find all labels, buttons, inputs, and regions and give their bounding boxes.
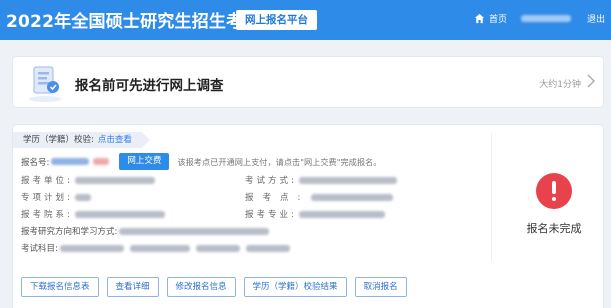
unit-label: 报考单位: xyxy=(21,176,73,186)
major-row: 报考专业: xyxy=(245,208,385,220)
dept-row: 报考院系: xyxy=(21,208,165,220)
user-nav: 首页 退出 xyxy=(474,12,605,25)
exam-mode-row: 考试方式: xyxy=(245,174,397,186)
view-details-button[interactable]: 查看详细 xyxy=(106,277,159,297)
site-label: 报考点: xyxy=(245,193,310,203)
plan-row: 专项计划: xyxy=(21,191,91,203)
subject-3-redacted xyxy=(195,244,240,252)
reg-number-label: 报名号: xyxy=(21,157,50,168)
survey-card[interactable]: 报名前可先进行网上调查 大约1分钟 xyxy=(12,56,604,108)
site-value-redacted xyxy=(311,193,394,201)
pay-note: 该报考点已开通网上支付，请点击"网上交费"完成报名。 xyxy=(177,156,382,167)
reg-number-row: 报名号: 网上交费 该报考点已开通网上支付，请点击"网上交费"完成报名。 xyxy=(21,153,381,170)
platform-badge: 网上报名平台 xyxy=(236,10,317,30)
cancel-registration-button[interactable]: 取消报名 xyxy=(354,277,407,297)
home-link[interactable]: 首页 xyxy=(489,12,507,25)
survey-duration: 大约1分钟 xyxy=(539,80,581,90)
subject-1-redacted xyxy=(59,244,124,252)
reg-number-redacted xyxy=(51,158,90,165)
direction-row: 报考研究方向和学习方式: xyxy=(21,225,270,237)
registration-card: 学历（学籍）校验: 点击查看 报名号: 网上交费 该报考点已开通网上支付，请点击"… xyxy=(12,124,604,308)
site-row: 报考点: xyxy=(245,191,394,203)
error-icon xyxy=(536,173,572,209)
dept-value-redacted xyxy=(74,210,165,218)
verification-label: 学历（学籍）校验: xyxy=(23,135,94,145)
subjects-label: 考试科目: xyxy=(21,244,58,254)
action-bar: 下载报名信息表 查看详细 修改报名信息 学历（学籍）校验结果 取消报名 xyxy=(21,277,415,297)
exam-mode-value-redacted xyxy=(298,176,397,184)
online-pay-button[interactable]: 网上交费 xyxy=(119,153,170,170)
direction-value-redacted xyxy=(119,227,270,235)
download-form-button[interactable]: 下载报名信息表 xyxy=(21,277,99,297)
registration-status-text: 报名未完成 xyxy=(526,222,582,235)
username-redacted xyxy=(520,15,571,22)
major-value-redacted xyxy=(298,210,385,218)
verification-result-button[interactable]: 学历（学籍）校验结果 xyxy=(243,277,347,297)
subject-4-redacted xyxy=(245,244,290,252)
home-icon[interactable] xyxy=(474,13,485,24)
reg-status-redacted xyxy=(93,158,110,165)
top-navigation-bar: 2022年全国硕士研究生招生考试 网上报名平台 首页 退出 xyxy=(0,0,611,40)
verification-view-link[interactable]: 点击查看 xyxy=(98,135,132,145)
edit-info-button[interactable]: 修改报名信息 xyxy=(166,277,236,297)
plan-label: 专项计划: xyxy=(21,193,73,203)
survey-clipboard-icon xyxy=(29,66,61,102)
unit-value-redacted xyxy=(74,176,155,184)
dept-label: 报考院系: xyxy=(21,210,73,220)
unit-row: 报考单位: xyxy=(21,174,155,186)
subject-2-redacted xyxy=(129,244,190,252)
exam-mode-label: 考试方式: xyxy=(245,176,297,186)
registration-status-panel: 报名未完成 xyxy=(491,133,603,261)
subjects-row: 考试科目: xyxy=(21,242,290,254)
logout-link[interactable]: 退出 xyxy=(587,12,605,25)
verification-tag: 学历（学籍）校验: 点击查看 xyxy=(13,132,150,148)
chevron-right-icon xyxy=(587,74,595,88)
direction-label: 报考研究方向和学习方式: xyxy=(21,227,118,237)
site-title: 2022年全国硕士研究生招生考试 xyxy=(6,12,261,32)
plan-value-redacted xyxy=(74,193,91,201)
major-label: 报考专业: xyxy=(245,210,297,220)
survey-title: 报名前可先进行网上调查 xyxy=(75,78,224,94)
